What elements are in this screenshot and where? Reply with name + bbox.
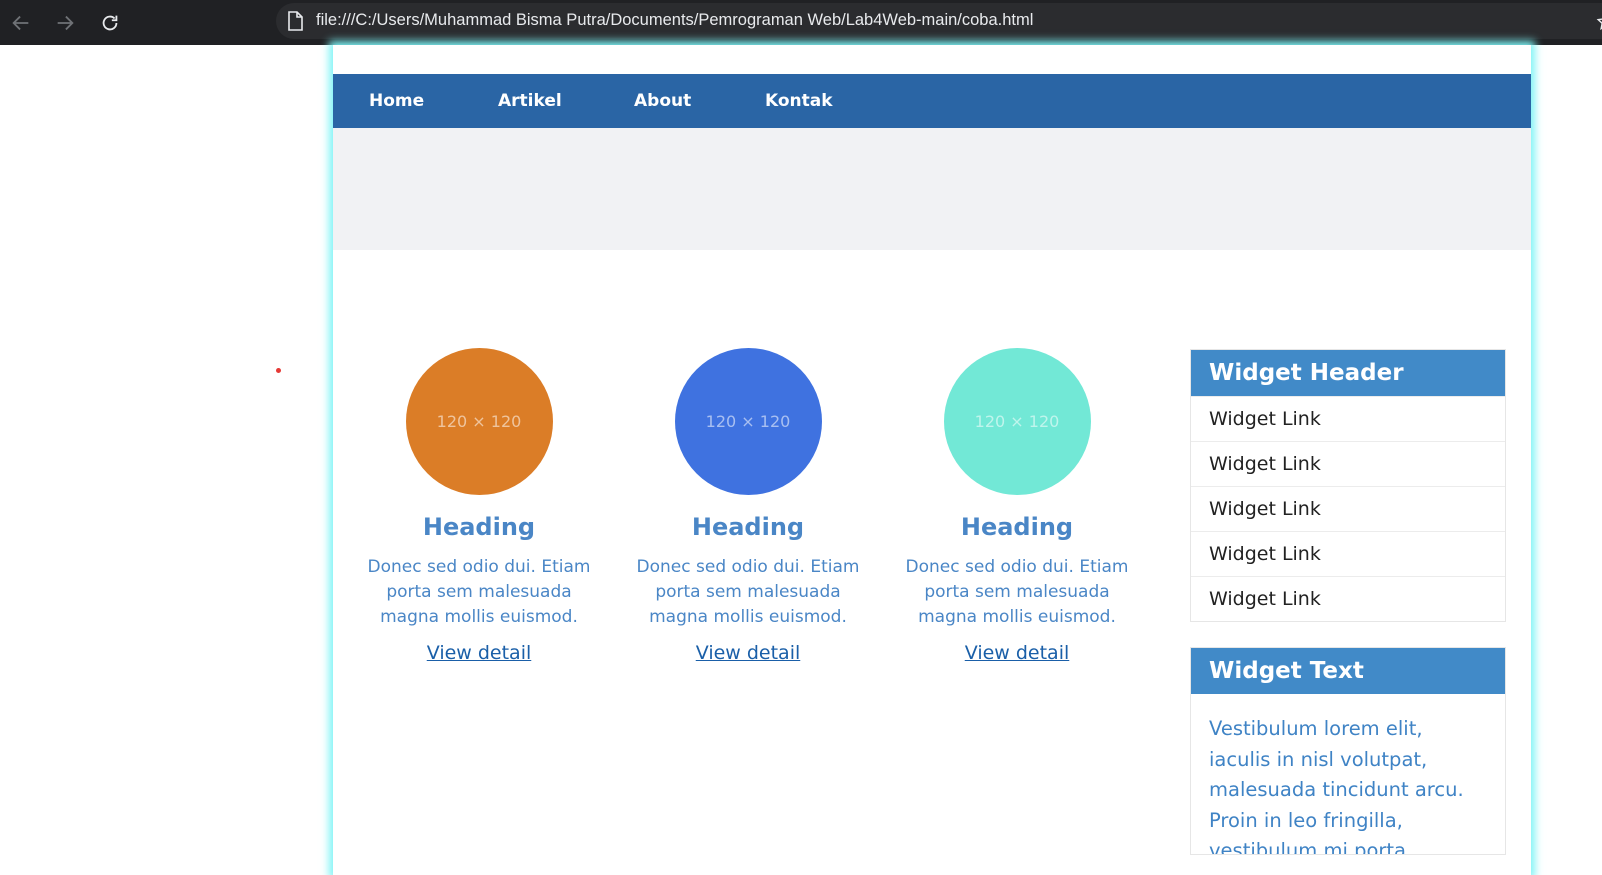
feature-card: 120 × 120 Heading Donec sed odio dui. Et… [357, 348, 601, 664]
bookmark-star-icon[interactable] [1596, 12, 1602, 32]
hero-banner [333, 128, 1531, 250]
view-detail-link[interactable]: View detail [696, 642, 801, 664]
card-heading: Heading [960, 513, 1074, 541]
widget-text: Widget Text Vestibulum lorem elit, iacul… [1190, 647, 1506, 855]
reload-button[interactable] [95, 8, 125, 38]
widget-links: Widget Header Widget Link Widget Link Wi… [1190, 349, 1506, 622]
arrow-left-icon [12, 15, 29, 31]
nav-about[interactable]: About [634, 74, 691, 128]
red-dot [276, 368, 281, 373]
card-text: Donec sed odio dui. Etiam porta sem male… [636, 557, 860, 627]
nav-kontak[interactable]: Kontak [765, 74, 833, 128]
card-text: Donec sed odio dui. Etiam porta sem male… [367, 557, 591, 627]
forward-button[interactable] [50, 8, 80, 38]
placeholder-image: 120 × 120 [943, 348, 1091, 495]
widget-link[interactable]: Widget Link [1191, 576, 1505, 621]
widget-text-body: Vestibulum lorem elit, iaculis in nisl v… [1209, 717, 1464, 854]
view-detail-link[interactable]: View detail [427, 642, 532, 664]
placeholder-image: 120 × 120 [674, 348, 822, 495]
widget-link[interactable]: Widget Link [1191, 486, 1505, 531]
widget-header: Widget Header [1191, 350, 1505, 396]
feature-card: 120 × 120 Heading Donec sed odio dui. Et… [895, 348, 1139, 664]
address-bar[interactable]: file:///C:/Users/Muhammad Bisma Putra/Do… [276, 3, 1602, 39]
placeholder-label: 120 × 120 [974, 412, 1060, 431]
card-text: Donec sed odio dui. Etiam porta sem male… [905, 557, 1129, 627]
placeholder-label: 120 × 120 [705, 412, 791, 431]
page-container: Home Artikel About Kontak 120 × 120 Head… [333, 45, 1531, 875]
card-heading: Heading [691, 513, 805, 541]
placeholder-image: 120 × 120 [405, 348, 553, 495]
back-button[interactable] [6, 8, 36, 38]
browser-toolbar: file:///C:/Users/Muhammad Bisma Putra/Do… [0, 0, 1602, 45]
widget-link[interactable]: Widget Link [1191, 531, 1505, 576]
feature-card: 120 × 120 Heading Donec sed odio dui. Et… [626, 348, 870, 664]
card-heading: Heading [422, 513, 536, 541]
url-text: file:///C:/Users/Muhammad Bisma Putra/Do… [316, 11, 1034, 29]
reload-icon [102, 15, 118, 31]
nav-home[interactable]: Home [369, 74, 424, 128]
nav-artikel[interactable]: Artikel [498, 74, 562, 128]
view-detail-link[interactable]: View detail [965, 642, 1070, 664]
widget-text-header: Widget Text [1191, 648, 1505, 694]
file-icon [288, 11, 303, 31]
placeholder-label: 120 × 120 [436, 412, 522, 431]
main-nav: Home Artikel About Kontak [333, 74, 1531, 128]
arrow-right-icon [57, 15, 74, 31]
widget-link[interactable]: Widget Link [1191, 441, 1505, 486]
widget-link[interactable]: Widget Link [1191, 396, 1505, 441]
